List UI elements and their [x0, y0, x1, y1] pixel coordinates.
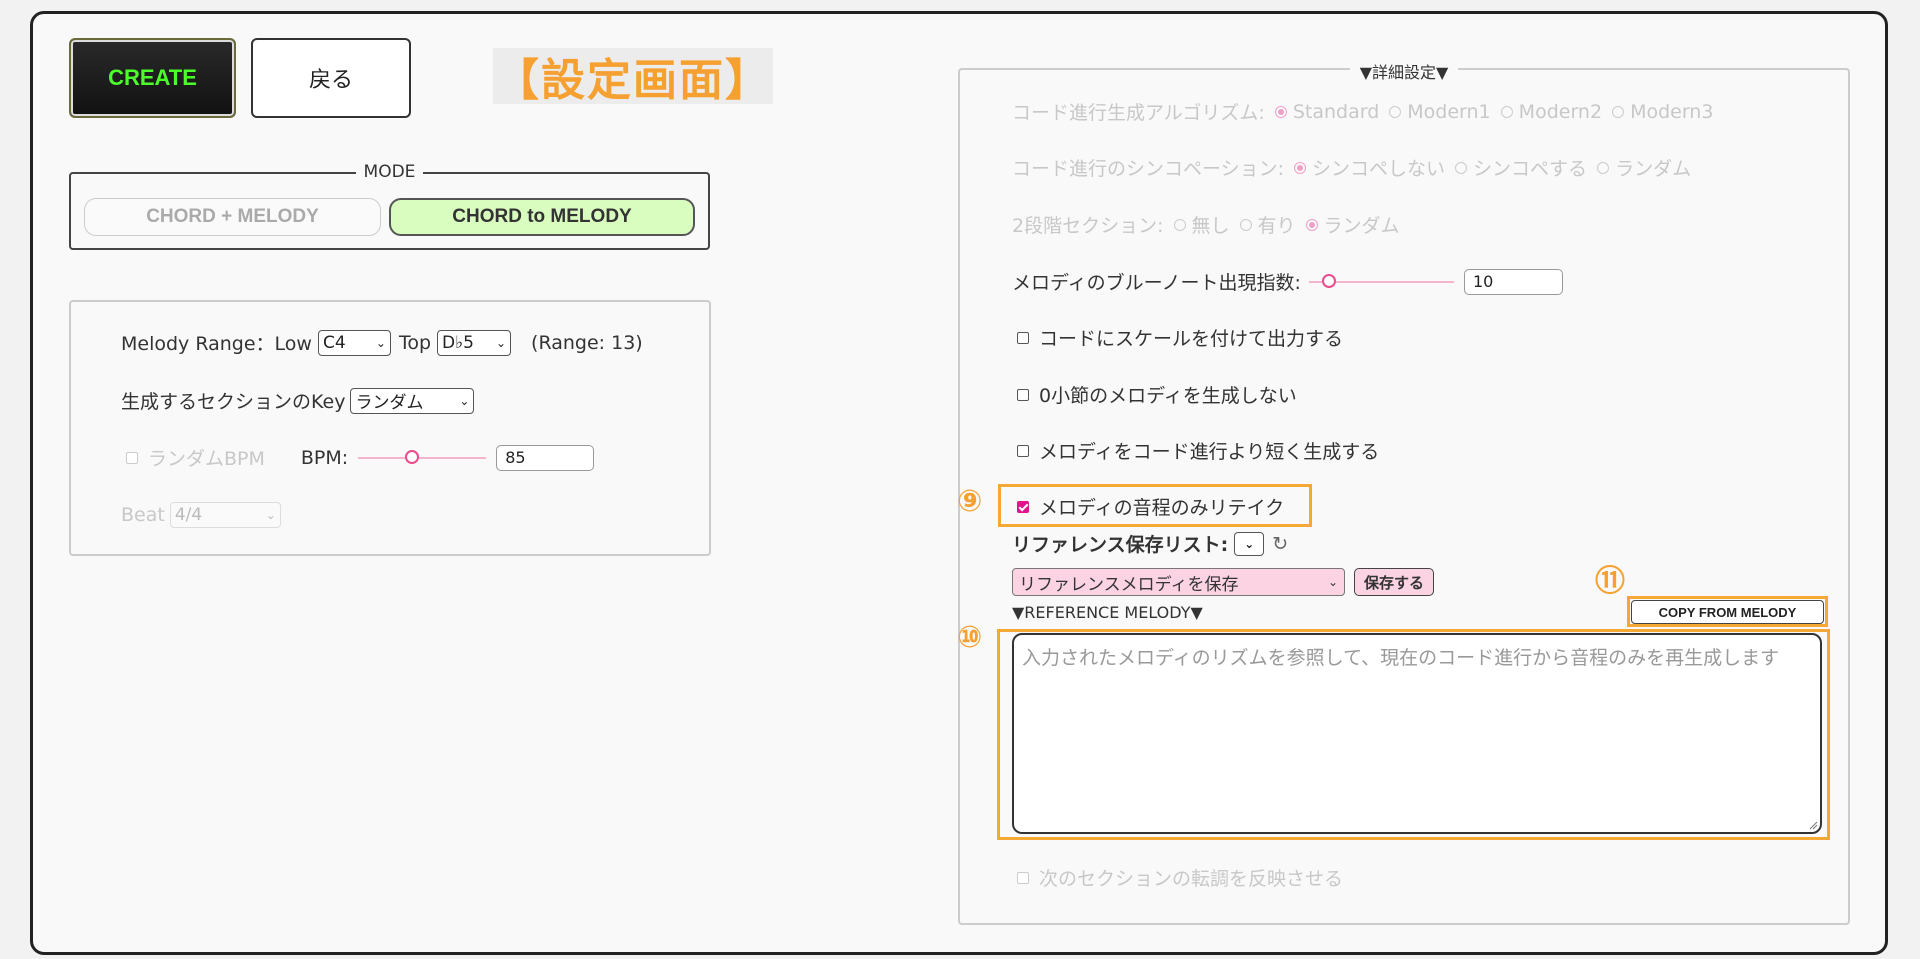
save-reference-button[interactable]: 保存する	[1354, 568, 1434, 596]
chevron-down-icon: ⌄	[495, 335, 507, 350]
zero-bar-checkbox[interactable]	[1017, 388, 1029, 401]
retake-option-row: メロディの音程のみリテイク	[1017, 493, 1284, 520]
sync-radio-random[interactable]	[1597, 161, 1610, 174]
advanced-settings-legend: ▼詳細設定▼	[960, 59, 1848, 83]
syncopation-row: コード進行のシンコペーション: シンコペしない シンコペする ランダム	[1012, 154, 1691, 181]
algo-radio-standard[interactable]	[1274, 105, 1287, 118]
bpm-input[interactable]: 85	[496, 444, 595, 471]
refresh-icon[interactable]: ↻	[1272, 533, 1288, 555]
back-button[interactable]: 戻る	[251, 38, 411, 118]
blue-note-row: メロディのブルーノート出現指数: 10	[1012, 268, 1563, 295]
copy-from-melody-button[interactable]: COPY FROM MELODY	[1631, 600, 1824, 624]
algo-radio-modern2[interactable]	[1500, 105, 1513, 118]
create-button[interactable]: CREATE	[69, 38, 236, 118]
melody-range-row: Melody Range：Low C4 ⌄ Top D♭5 ⌄ (Range: 13…	[121, 329, 643, 356]
bpm-label: BPM:	[300, 446, 349, 469]
chevron-down-icon: ⌄	[375, 335, 386, 350]
transpose-option-label: 次のセクションの転調を反映させる	[1039, 868, 1344, 890]
bpm-slider-thumb[interactable]	[404, 449, 419, 464]
shorter-option-row: メロディをコード進行より短く生成する	[1017, 437, 1379, 464]
chevron-down-icon: ⌄	[1244, 536, 1255, 551]
resize-grip-icon[interactable]	[1808, 820, 1818, 830]
algo-radio-modern3[interactable]	[1612, 105, 1625, 118]
bpm-slider[interactable]	[358, 448, 487, 468]
top-note-select[interactable]: D♭5 ⌄	[437, 329, 512, 356]
transpose-option-row: 次のセクションの転調を反映させる	[1017, 864, 1343, 891]
random-bpm-label: ランダムBPM	[148, 448, 265, 470]
beat-select[interactable]: 4/4 ⌄	[169, 502, 281, 528]
scale-checkbox[interactable]	[1017, 331, 1029, 344]
retake-option-label: メロディの音程のみリテイク	[1039, 497, 1285, 519]
random-bpm-checkbox[interactable]	[126, 451, 138, 464]
transpose-checkbox[interactable]	[1017, 871, 1029, 884]
low-note-select[interactable]: C4 ⌄	[317, 329, 391, 356]
page-title: 【設定画面】	[493, 48, 773, 106]
blue-note-slider-thumb[interactable]	[1322, 273, 1337, 288]
melody-range-label: Melody Range：Low	[121, 333, 312, 355]
reference-melody-placeholder: 入力されたメロディのリズムを参照して、現在のコード進行から音程のみを再生成します	[1022, 647, 1780, 669]
blue-note-slider[interactable]	[1308, 272, 1454, 292]
two-step-radio-none[interactable]	[1173, 218, 1186, 231]
blue-note-label: メロディのブルーノート出現指数:	[1012, 272, 1301, 294]
range-readout: (Range: 13)	[531, 331, 643, 354]
sync-radio-none[interactable]	[1294, 161, 1307, 174]
two-step-label: 2段階セクション:	[1012, 215, 1164, 237]
reference-melody-heading: ▼REFERENCE MELODY▼	[1012, 603, 1203, 622]
reference-list-select[interactable]: ⌄	[1234, 531, 1265, 556]
beat-label: Beat	[121, 504, 165, 526]
algorithm-label: コード進行生成アルゴリズム:	[1012, 102, 1265, 124]
algo-radio-modern1[interactable]	[1389, 105, 1402, 118]
bpm-row: ランダムBPM BPM: 85	[126, 444, 595, 471]
sync-radio-on[interactable]	[1455, 161, 1468, 174]
algorithm-row: コード進行生成アルゴリズム: Standard Modern1 Modern2 …	[1012, 98, 1713, 125]
zero-bar-option-row: 0小節のメロディを生成しない	[1017, 381, 1297, 408]
two-step-radio-yes[interactable]	[1239, 218, 1252, 231]
beat-row: Beat 4/4 ⌄	[121, 502, 281, 528]
retake-checkbox[interactable]	[1017, 500, 1029, 513]
key-row: 生成するセクションのKey ランダム ⌄	[121, 387, 475, 414]
annotation-badge-10: ⑩	[957, 620, 983, 655]
shorter-checkbox[interactable]	[1017, 444, 1029, 457]
reference-save-select[interactable]: リファレンスメロディを保存 ⌄	[1012, 568, 1345, 596]
annotation-badge-9: ⑨	[957, 484, 983, 519]
chevron-down-icon: ⌄	[265, 508, 276, 522]
top-label: Top	[398, 331, 432, 354]
scale-option-row: コードにスケールを付けて出力する	[1017, 324, 1343, 351]
syncopation-label: コード進行のシンコペーション:	[1012, 158, 1285, 180]
key-select[interactable]: ランダム ⌄	[350, 387, 475, 414]
chevron-down-icon: ⌄	[1327, 575, 1338, 589]
mode-chord-plus-melody-button[interactable]: CHORD + MELODY	[84, 198, 381, 236]
zero-bar-option-label: 0小節のメロディを生成しない	[1039, 385, 1297, 407]
shorter-option-label: メロディをコード進行より短く生成する	[1039, 441, 1380, 463]
reference-melody-textarea[interactable]: 入力されたメロディのリズムを参照して、現在のコード進行から音程のみを再生成します	[1012, 633, 1822, 834]
chevron-down-icon: ⌄	[459, 393, 470, 408]
key-label: 生成するセクションのKey	[121, 391, 346, 413]
two-step-radio-random[interactable]	[1305, 218, 1318, 231]
reference-list-label: リファレンス保存リスト:	[1012, 534, 1229, 556]
scale-option-label: コードにスケールを付けて出力する	[1039, 328, 1344, 350]
annotation-badge-11: ⑪	[1595, 564, 1625, 599]
mode-group: MODE CHORD + MELODY CHORD to MELODY	[69, 162, 710, 250]
reference-list-row: リファレンス保存リスト: ⌄ ↻	[1012, 530, 1288, 557]
mode-legend: MODE	[71, 162, 708, 182]
blue-note-input[interactable]: 10	[1463, 268, 1563, 295]
mode-chord-to-melody-button[interactable]: CHORD to MELODY	[389, 198, 695, 236]
two-step-row: 2段階セクション: 無し 有り ランダム	[1012, 211, 1400, 238]
